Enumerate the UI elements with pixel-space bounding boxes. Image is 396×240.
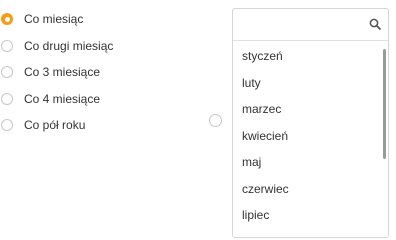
radio-label: Co pół roku — [24, 118, 86, 133]
radio-label: Co 3 miesiące — [24, 65, 101, 80]
month-option-june[interactable]: czerwiec — [233, 176, 388, 203]
month-dropdown: styczeń luty marzec kwiecień maj czerwie… — [232, 8, 389, 238]
search-icon[interactable] — [369, 18, 381, 30]
dropdown-search-row — [233, 9, 388, 41]
radio-label: Co miesiąc — [24, 12, 84, 27]
month-option-january[interactable]: styczeń — [233, 43, 388, 70]
custom-month-radio-button[interactable] — [209, 114, 222, 127]
frequency-radio-group: Co miesiąc Co drugi miesiąc Co 3 miesiąc… — [0, 6, 113, 139]
radio-option-every-half-year[interactable]: Co pół roku — [0, 112, 113, 139]
radio-label: Co 4 miesiące — [24, 91, 101, 106]
radio-option-every-4-months[interactable]: Co 4 miesiące — [0, 86, 113, 113]
radio-button-selected[interactable] — [1, 13, 13, 26]
dropdown-scrollbar-thumb[interactable] — [383, 49, 386, 159]
month-option-may[interactable]: maj — [233, 149, 388, 176]
radio-option-every-3-months[interactable]: Co 3 miesiące — [0, 59, 113, 86]
month-option-february[interactable]: luty — [233, 70, 388, 97]
month-search-input[interactable] — [233, 9, 367, 39]
month-option-july[interactable]: lipiec — [233, 202, 388, 229]
radio-button[interactable] — [1, 119, 13, 132]
radio-option-every-second-month[interactable]: Co drugi miesiąc — [0, 33, 113, 60]
month-option-april[interactable]: kwiecień — [233, 123, 388, 150]
month-option-march[interactable]: marzec — [233, 96, 388, 123]
radio-button[interactable] — [1, 39, 13, 52]
radio-button[interactable] — [1, 92, 13, 105]
month-options-list: styczeń luty marzec kwiecień maj czerwie… — [233, 41, 388, 229]
radio-label: Co drugi miesiąc — [24, 38, 114, 53]
form-root: Co miesiąc Co drugi miesiąc Co 3 miesiąc… — [0, 0, 396, 238]
radio-button[interactable] — [1, 66, 13, 79]
radio-option-every-month[interactable]: Co miesiąc — [0, 6, 113, 33]
